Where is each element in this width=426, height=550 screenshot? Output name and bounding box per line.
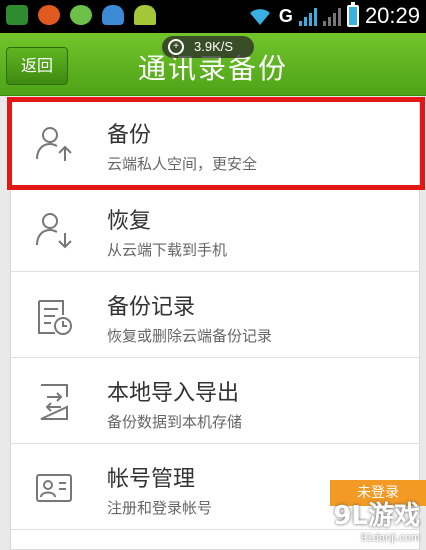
wifi-icon [249,9,270,25]
network-speed: 3.9K/S [194,39,234,54]
history-icon [38,300,72,335]
qq-icon [102,5,124,25]
menu-item-subtitle: 从云端下载到手机 [107,241,228,259]
wechat-icon [70,5,92,25]
menu-item-subtitle: 云端私人空间，更安全 [107,155,258,173]
plus-icon: + [168,39,184,55]
watermark-logo: 9L游戏 [333,501,420,531]
menu-item-title: 恢复 [107,209,152,234]
status-notification-icons [6,5,156,25]
menu-item-backup-history[interactable]: 备份记录 恢复或删除云端备份记录 [11,273,421,358]
network-speed-overlay: + 3.9K/S [162,36,254,58]
battery-app-icon [6,5,28,25]
watermark: 9L游戏 91danji.com [333,495,420,544]
menu-item-subtitle: 备份数据到本机存储 [107,413,243,431]
clock: 20:29 [364,3,420,28]
status-system-icons: G 20:29 [247,2,420,29]
watermark-url: 91danji.com [360,532,420,544]
title-bar: 返回 通讯录备份 + 3.9K/S [0,33,426,96]
battery-icon [346,2,359,27]
network-type: G [278,5,293,26]
menu-item-title: 帐号管理 [107,467,196,492]
backup-icon [36,127,72,161]
menu-item-subtitle: 恢复或删除云端备份记录 [107,327,273,345]
status-bar: G 20:29 [0,0,426,33]
account-icon [36,474,72,502]
signal-1-icon [298,6,317,26]
android-icon [134,5,156,25]
menu-item-restore[interactable]: 恢复 从云端下载到手机 [11,187,421,272]
menu-item-title: 备份 [107,123,152,148]
app-notification-icon [38,5,60,25]
menu-item-title: 本地导入导出 [107,381,240,406]
menu-item-title: 备份记录 [107,295,196,320]
menu-item-subtitle: 注册和登录帐号 [107,499,213,517]
menu-item-local-import-export[interactable]: 本地导入导出 备份数据到本机存储 [11,359,421,444]
menu-item-backup[interactable]: 备份 云端私人空间，更安全 [7,97,425,190]
import-export-icon [40,384,68,420]
signal-2-icon [322,6,341,26]
restore-icon [36,213,72,249]
